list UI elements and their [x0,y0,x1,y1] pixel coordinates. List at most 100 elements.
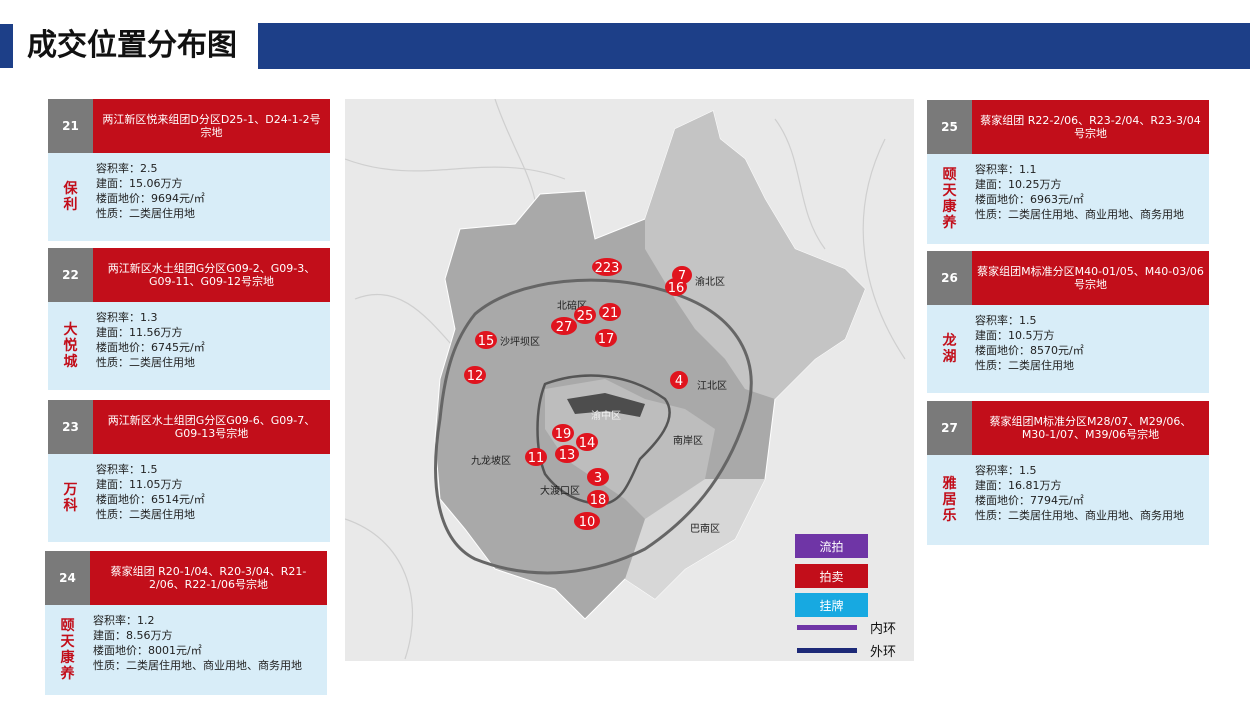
svg-text:14: 14 [579,436,596,451]
deal-card-26: 26 蔡家组团M标准分区M40-01/05、M40-03/06号宗地 龙湖 容积率… [927,251,1209,393]
page-title: 成交位置分布图 [27,28,237,63]
card-price: 楼面地价：9694元/㎡ [96,192,205,205]
deal-card-22: 22 两江新区水土组团G分区G09-2、G09-3、G09-11、G09-12号宗… [48,248,330,390]
card-area: 建面：10.25万方 [975,178,1062,191]
deal-card-27: 27 蔡家组团M标准分区M28/07、M29/06、M30-1/07、M39/06… [927,401,1209,545]
card-price: 楼面地价：6514元/㎡ [96,493,205,506]
card-price: 楼面地价：8570元/㎡ [975,344,1084,357]
card-land-title: 蔡家组团 R22-2/06、R23-2/04、R23-3/04号宗地 [972,100,1209,154]
card-number: 24 [45,551,90,605]
svg-text:12: 12 [467,369,484,384]
map-pin-14: 14 [576,433,598,451]
svg-text:223: 223 [595,261,620,276]
card-use: 性质：二类居住用地 [96,356,195,369]
legend-outer-ring-line [797,648,857,653]
title-banner [258,23,1250,69]
card-developer: 颐天康养 [60,618,75,682]
map-pin-17: 17 [595,329,617,347]
district-label-shapingba: 沙坪坝区 [500,335,540,348]
map-pin-16: 16 [665,278,687,296]
district-label-yubei: 渝北区 [695,275,725,288]
card-use: 性质：二类居住用地 [975,359,1074,372]
card-number: 25 [927,100,972,154]
card-price: 楼面地价：7794元/㎡ [975,494,1084,507]
legend-inner-ring-label: 内环 [870,622,897,637]
svg-text:3: 3 [594,471,602,486]
card-area: 建面：8.56万方 [93,629,173,642]
legend-auction: 拍卖 [795,564,868,588]
card-far: 容积率：2.5 [96,162,158,175]
card-land-title: 两江新区水土组团G分区G09-6、G09-7、G09-13号宗地 [93,400,330,454]
map-pin-15: 15 [475,331,497,349]
svg-text:15: 15 [478,334,495,349]
deal-card-23: 23 两江新区水土组团G分区G09-6、G09-7、G09-13号宗地 万科 容积… [48,400,330,542]
svg-text:4: 4 [675,374,683,389]
map-pin-18: 18 [587,490,609,508]
card-use: 性质：二类居住用地 [96,508,195,521]
map-pin-223: 223 [592,258,622,276]
card-developer: 颐天康养 [942,167,957,231]
card-number: 23 [48,400,93,454]
card-use: 性质：二类居住用地、商业用地、商务用地 [975,208,1184,221]
card-number: 27 [927,401,972,455]
svg-text:11: 11 [528,451,545,466]
legend-outer-ring-label: 外环 [870,645,897,660]
card-far: 容积率：1.2 [93,614,155,627]
card-land-title: 两江新区水土组团G分区G09-2、G09-3、G09-11、G09-12号宗地 [93,248,330,302]
card-number: 26 [927,251,972,305]
legend-abortive: 流拍 [795,534,868,558]
card-far: 容积率：1.5 [96,463,158,476]
card-far: 容积率：1.3 [96,311,158,324]
deal-card-21: 21 两江新区悦来组团D分区D25-1、D24-1-2号宗地 保利 容积率：2.5… [48,99,330,241]
card-far: 容积率：1.5 [975,464,1037,477]
svg-text:18: 18 [590,493,607,508]
map-pin-27: 27 [551,317,577,335]
svg-text:17: 17 [598,332,615,347]
card-developer: 万科 [63,482,78,514]
card-area: 建面：11.05万方 [96,478,183,491]
map-pin-12: 12 [464,366,486,384]
map-pin-25: 25 [574,306,596,324]
map-pin-19: 19 [552,424,574,442]
card-area: 建面：16.81万方 [975,479,1062,492]
svg-text:25: 25 [577,309,594,324]
card-number: 22 [48,248,93,302]
deal-card-24: 24 蔡家组团 R20-1/04、R20-3/04、R21-2/06、R22-1/… [45,551,327,695]
deal-card-25: 25 蔡家组团 R22-2/06、R23-2/04、R23-3/04号宗地 颐天康… [927,100,1209,244]
card-far: 容积率：1.5 [975,314,1037,327]
svg-text:13: 13 [559,448,576,463]
svg-text:21: 21 [602,306,619,321]
district-label-nanan: 南岸区 [673,434,703,447]
card-area: 建面：11.56万方 [96,326,183,339]
card-area: 建面：10.5万方 [975,329,1055,342]
title-accent-bar [0,24,13,68]
card-use: 性质：二类居住用地 [96,207,195,220]
card-price: 楼面地价：8001元/㎡ [93,644,202,657]
card-far: 容积率：1.1 [975,163,1037,176]
card-land-title: 蔡家组团M标准分区M40-01/05、M40-03/06号宗地 [972,251,1209,305]
card-land-title: 蔡家组团 R20-1/04、R20-3/04、R21-2/06、R22-1/06… [90,551,327,605]
svg-text:16: 16 [668,281,685,296]
card-developer: 保利 [63,181,78,213]
svg-text:27: 27 [556,320,573,335]
card-land-title: 两江新区悦来组团D分区D25-1、D24-1-2号宗地 [93,99,330,153]
card-developer: 大悦城 [63,322,78,370]
card-number: 21 [48,99,93,153]
district-label-dadukou: 大渡口区 [540,484,580,497]
map-pin-4: 4 [670,371,688,389]
district-label-banan: 巴南区 [690,522,720,535]
card-use: 性质：二类居住用地、商业用地、商务用地 [93,659,302,672]
legend-inner-ring-line [797,625,857,630]
card-use: 性质：二类居住用地、商业用地、商务用地 [975,509,1184,522]
card-price: 楼面地价：6963元/㎡ [975,193,1084,206]
district-label-jiangbei: 江北区 [697,380,727,392]
card-price: 楼面地价：6745元/㎡ [96,341,205,354]
district-label-jiulongpo: 九龙坡区 [471,454,511,467]
card-developer: 雅居乐 [942,476,957,524]
card-land-title: 蔡家组团M标准分区M28/07、M29/06、M30-1/07、M39/06号宗… [972,401,1209,455]
map-pin-10: 10 [574,512,600,530]
card-developer: 龙湖 [942,333,957,365]
card-area: 建面：15.06万方 [96,177,183,190]
map-pin-21: 21 [599,303,621,321]
map-pin-3: 3 [587,468,609,486]
